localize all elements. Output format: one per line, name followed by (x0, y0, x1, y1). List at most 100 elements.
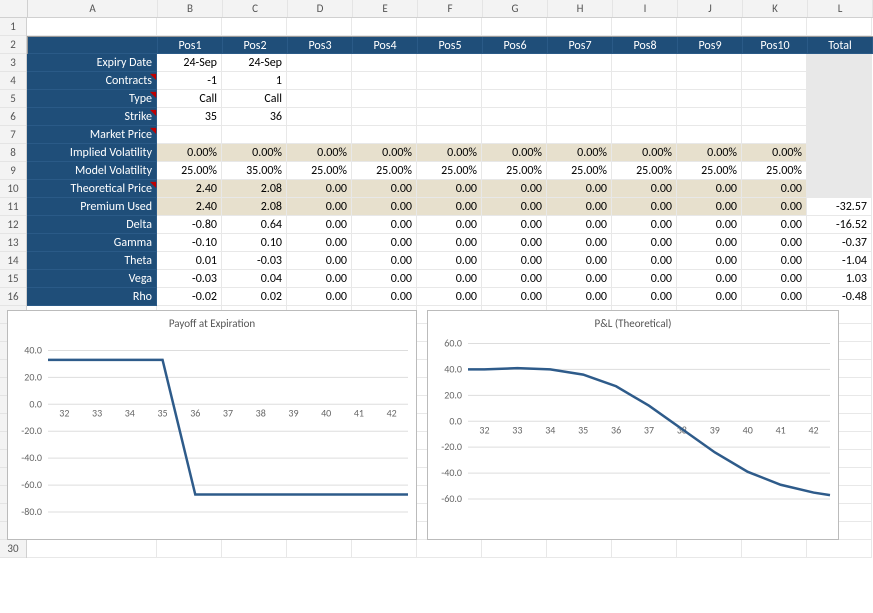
col-header-H[interactable]: H (548, 0, 613, 17)
data-cell[interactable]: 0.00 (287, 180, 352, 198)
row-header-13[interactable]: 13 (0, 234, 26, 252)
data-cell[interactable]: 0.00 (612, 252, 677, 270)
cell[interactable] (352, 540, 417, 558)
data-cell[interactable]: 25.00% (482, 162, 547, 180)
row-header-16[interactable]: 16 (0, 288, 26, 306)
row-label-6[interactable]: Model Volatility (27, 162, 157, 180)
cell[interactable] (157, 540, 222, 558)
row-label-8[interactable]: Premium Used (27, 198, 157, 216)
data-cell[interactable] (547, 54, 612, 72)
cell[interactable] (287, 540, 352, 558)
data-cell[interactable]: 0.00 (742, 198, 807, 216)
row-label-4[interactable]: Market Price (27, 126, 157, 144)
data-cell[interactable] (417, 108, 482, 126)
data-cell[interactable]: 0.00 (482, 180, 547, 198)
row-header-14[interactable]: 14 (0, 252, 26, 270)
data-cell[interactable]: 0.00 (352, 234, 417, 252)
total-cell[interactable] (807, 54, 872, 72)
data-cell[interactable]: 0.00 (677, 252, 742, 270)
data-cell[interactable]: 0.00 (612, 180, 677, 198)
cell[interactable] (482, 540, 547, 558)
data-cell[interactable] (742, 72, 807, 90)
data-cell[interactable]: 0.00 (547, 216, 612, 234)
cell[interactable] (677, 540, 742, 558)
data-cell[interactable]: 0.00 (417, 234, 482, 252)
data-cell[interactable]: 0.00 (482, 216, 547, 234)
data-cell[interactable]: 2.40 (157, 180, 222, 198)
data-cell[interactable]: 0.00 (482, 252, 547, 270)
data-cell[interactable]: 0.00 (287, 270, 352, 288)
total-cell[interactable] (807, 126, 872, 144)
data-cell[interactable] (482, 126, 547, 144)
col-header-I[interactable]: I (613, 0, 678, 17)
row-label-5[interactable]: Implied Volatility (27, 144, 157, 162)
total-cell[interactable] (807, 144, 872, 162)
col-header-C[interactable]: C (223, 0, 288, 17)
row-label-12[interactable]: Vega (27, 270, 157, 288)
select-all-corner[interactable] (0, 0, 28, 17)
data-cell[interactable]: 25.00% (742, 162, 807, 180)
total-cell[interactable] (807, 108, 872, 126)
data-cell[interactable]: 24-Sep (157, 54, 222, 72)
data-cell[interactable] (742, 90, 807, 108)
pos-header-3[interactable]: Pos3 (288, 37, 353, 54)
cell[interactable] (222, 540, 287, 558)
data-cell[interactable]: -0.03 (157, 270, 222, 288)
cell[interactable] (807, 540, 872, 558)
data-cell[interactable] (742, 126, 807, 144)
pos-header-7[interactable]: Pos7 (548, 37, 613, 54)
data-cell[interactable]: -0.03 (222, 252, 287, 270)
chart-pnl[interactable]: P&L (Theoretical) -60.0-40.0-20.00.020.0… (427, 310, 839, 540)
data-cell[interactable] (482, 108, 547, 126)
data-cell[interactable]: 1 (222, 72, 287, 90)
row-label-7[interactable]: Theoretical Price (27, 180, 157, 198)
data-cell[interactable]: 0.00% (417, 144, 482, 162)
data-cell[interactable]: 0.00 (547, 252, 612, 270)
data-cell[interactable] (482, 72, 547, 90)
row-header-9[interactable]: 9 (0, 162, 26, 180)
data-cell[interactable]: 0.01 (157, 252, 222, 270)
data-cell[interactable]: 0.00 (612, 198, 677, 216)
data-cell[interactable]: 0.00 (612, 288, 677, 306)
total-cell[interactable]: -0.48 (807, 288, 872, 306)
row-label-3[interactable]: Strike (27, 108, 157, 126)
data-cell[interactable]: 0.00 (677, 180, 742, 198)
col-header-A[interactable]: A (28, 0, 158, 17)
data-cell[interactable] (612, 54, 677, 72)
pos-header-10[interactable]: Pos10 (743, 37, 808, 54)
data-cell[interactable]: 0.00% (677, 144, 742, 162)
data-cell[interactable] (352, 108, 417, 126)
data-cell[interactable]: 0.00 (417, 252, 482, 270)
data-cell[interactable]: 0.00 (547, 234, 612, 252)
cell[interactable] (742, 540, 807, 558)
pos-header-2[interactable]: Pos2 (223, 37, 288, 54)
data-cell[interactable]: 0.00 (417, 288, 482, 306)
total-cell[interactable]: -0.37 (807, 234, 872, 252)
data-cell[interactable]: 0.00% (547, 144, 612, 162)
data-cell[interactable] (677, 108, 742, 126)
data-cell[interactable]: 0.00 (482, 234, 547, 252)
data-cell[interactable] (612, 108, 677, 126)
cell[interactable] (27, 540, 157, 558)
data-cell[interactable] (482, 54, 547, 72)
data-cell[interactable]: 0.00 (742, 234, 807, 252)
data-cell[interactable] (222, 126, 287, 144)
data-cell[interactable]: 2.40 (157, 198, 222, 216)
data-cell[interactable]: 0.00 (742, 270, 807, 288)
data-cell[interactable]: 36 (222, 108, 287, 126)
data-cell[interactable]: -0.02 (157, 288, 222, 306)
data-cell[interactable] (547, 126, 612, 144)
data-cell[interactable] (547, 108, 612, 126)
data-cell[interactable]: -1 (157, 72, 222, 90)
data-cell[interactable]: 0.00 (742, 288, 807, 306)
row-header-4[interactable]: 4 (0, 72, 26, 90)
data-cell[interactable] (677, 72, 742, 90)
col-header-E[interactable]: E (353, 0, 418, 17)
total-cell[interactable] (807, 162, 872, 180)
cell[interactable] (612, 540, 677, 558)
col-header-F[interactable]: F (418, 0, 483, 17)
data-cell[interactable]: 0.00% (742, 144, 807, 162)
data-cell[interactable] (612, 72, 677, 90)
data-cell[interactable]: 0.00% (482, 144, 547, 162)
data-cell[interactable] (677, 126, 742, 144)
